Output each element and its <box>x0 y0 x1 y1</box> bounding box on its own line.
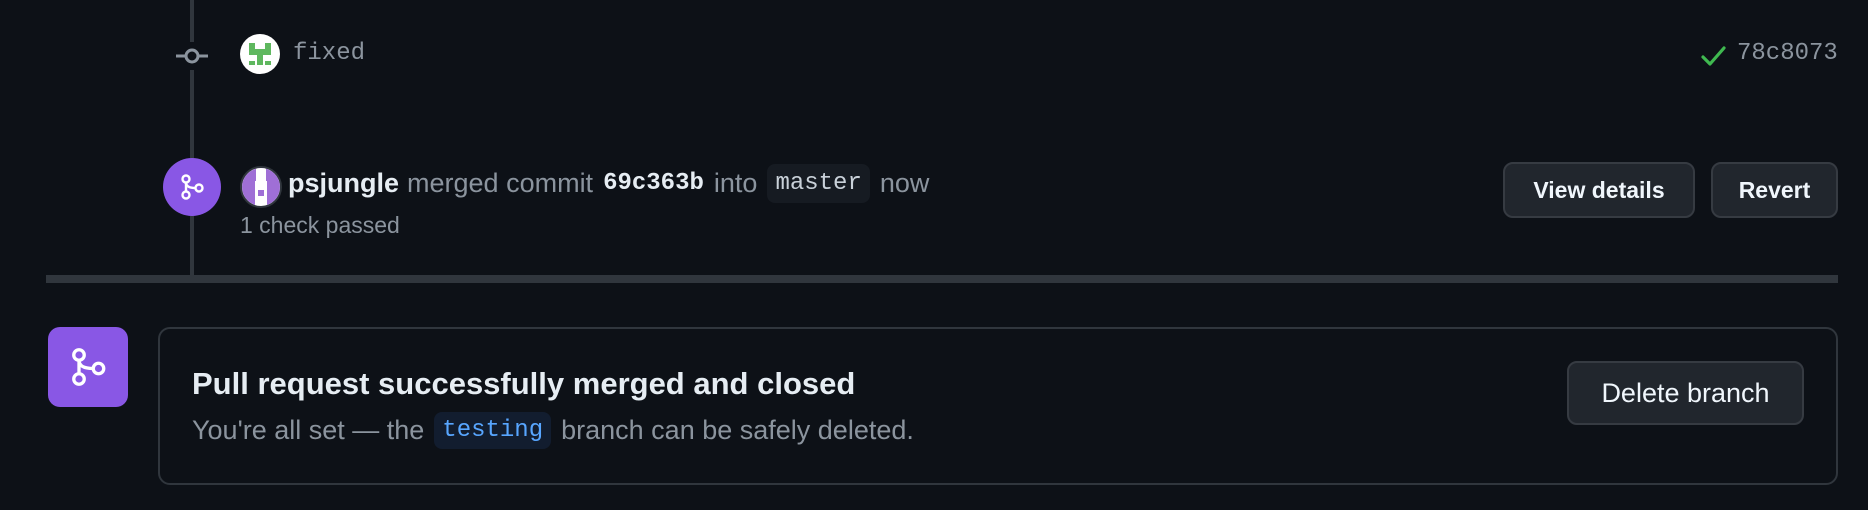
check-icon[interactable] <box>1699 42 1727 70</box>
pr-timeline: fixed 78c8073 psjungle merged commit 69c… <box>0 0 1868 510</box>
git-merge-icon <box>163 158 221 216</box>
merged-commit-text: merged commit <box>407 168 594 198</box>
checks-status-text: 1 check passed <box>240 212 400 238</box>
merged-status-title: Pull request successfully merged and clo… <box>192 366 856 401</box>
commit-message-link[interactable]: fixed <box>293 40 365 67</box>
merged-desc-prefix: You're all set — the <box>192 415 425 445</box>
delete-branch-button[interactable]: Delete branch <box>1567 361 1804 425</box>
timeline-divider <box>46 275 1838 283</box>
target-branch-label[interactable]: master <box>767 164 870 203</box>
commit-icon <box>174 42 210 70</box>
view-details-button[interactable]: View details <box>1503 162 1695 218</box>
merge-commit-sha-link[interactable]: 69c363b <box>603 170 704 197</box>
merge-event-text: psjungle merged commit 69c363b into mast… <box>288 164 929 203</box>
merger-avatar[interactable] <box>240 166 282 208</box>
source-branch-label[interactable]: testing <box>434 412 552 449</box>
merged-desc-suffix: branch can be safely deleted. <box>561 415 914 445</box>
commit-author-avatar[interactable] <box>240 34 280 74</box>
revert-button[interactable]: Revert <box>1711 162 1838 218</box>
git-merge-icon <box>48 327 128 407</box>
into-text: into <box>713 168 758 198</box>
merge-time[interactable]: now <box>880 168 930 199</box>
commit-sha-link[interactable]: 78c8073 <box>1737 40 1838 67</box>
merged-status-description: You're all set — the testing branch can … <box>192 412 914 449</box>
merger-username-link[interactable]: psjungle <box>288 168 399 199</box>
